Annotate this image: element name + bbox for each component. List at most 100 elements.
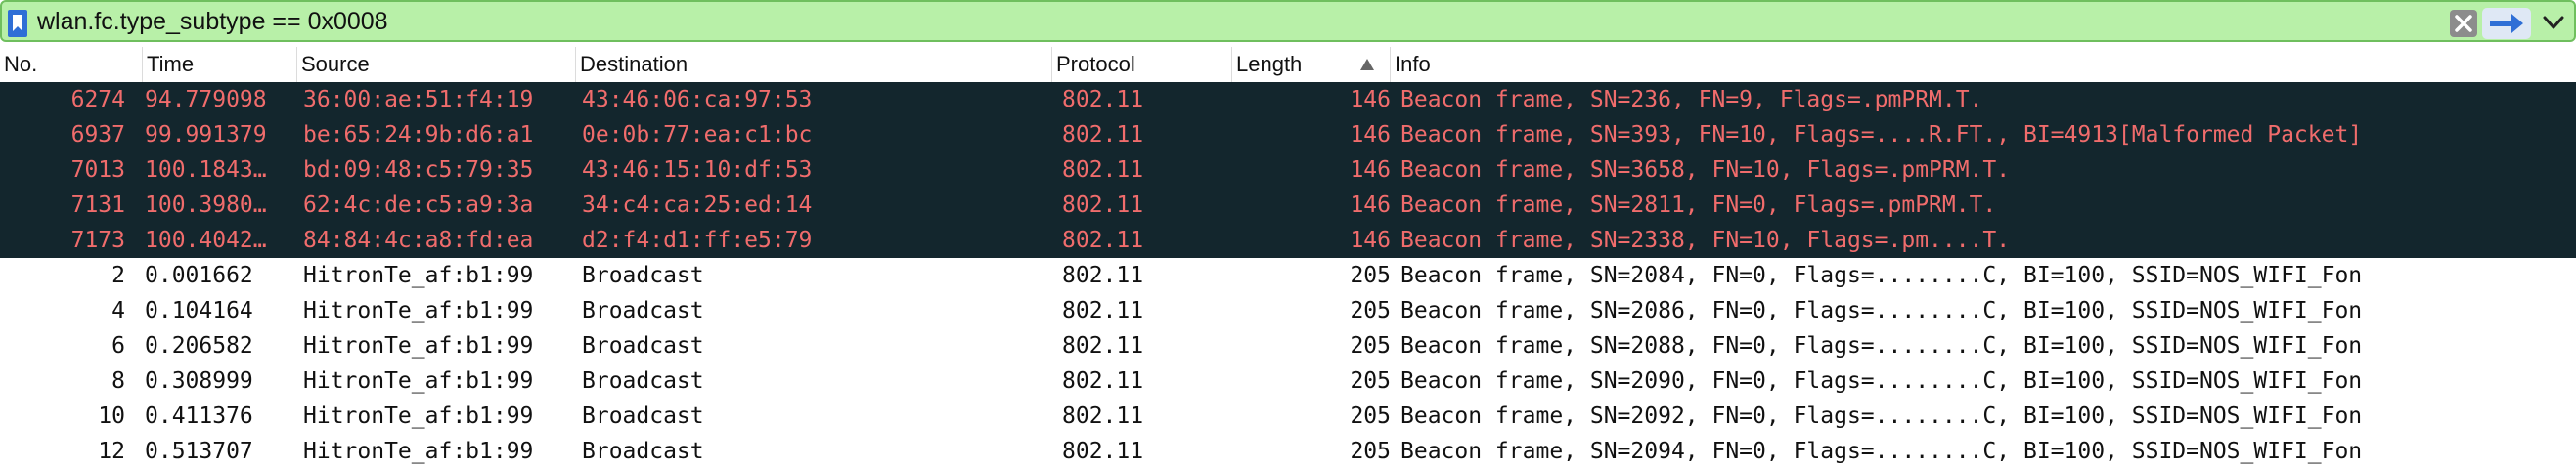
packet-length: 146 <box>1350 87 1391 112</box>
packet-protocol: 802.11 <box>1062 192 1144 218</box>
packet-row[interactable]: 6274 94.779098 36:00:ae:51:f4:19 43:46:06:c… <box>0 82 2576 117</box>
packet-row[interactable]: 8 0.308999 HitronTe_af:b1:99 Broadcast 802.1… <box>0 363 2576 399</box>
packet-length: 205 <box>1350 368 1391 394</box>
packet-list: 6274 94.779098 36:00:ae:51:f4:19 43:46:06:c… <box>0 82 2576 469</box>
packet-source: 62:4c:de:c5:a9:3a <box>303 192 534 218</box>
packet-protocol: 802.11 <box>1062 228 1144 253</box>
packet-source: 36:00:ae:51:f4:19 <box>303 87 534 112</box>
packet-number: 12 <box>98 439 125 464</box>
packet-destination: 34:c4:ca:25:ed:14 <box>582 192 813 218</box>
packet-protocol: 802.11 <box>1062 404 1144 429</box>
packet-info: Beacon frame, SN=2092, FN=0, Flags=.....… <box>1400 404 2363 429</box>
packet-protocol: 802.11 <box>1062 333 1144 359</box>
packet-number: 6937 <box>70 122 125 148</box>
packet-info: Beacon frame, SN=2094, FN=0, Flags=.....… <box>1400 439 2363 464</box>
packet-number: 8 <box>111 368 125 394</box>
packet-row[interactable]: 7013 100.1843… bd:09:48:c5:79:35 43:46:15:1… <box>0 152 2576 188</box>
packet-row[interactable]: 10 0.411376 HitronTe_af:b1:99 Broadcast 802.… <box>0 399 2576 434</box>
packet-destination: Broadcast <box>582 298 704 323</box>
chevron-down-icon[interactable] <box>2541 12 2566 33</box>
packet-number: 4 <box>111 298 125 323</box>
packet-protocol: 802.11 <box>1062 298 1144 323</box>
packet-time: 100.3980… <box>145 192 267 218</box>
packet-time: 0.411376 <box>145 404 253 429</box>
column-header-time[interactable]: Time <box>143 47 297 82</box>
packet-number: 2 <box>111 263 125 288</box>
packet-time: 100.1843… <box>145 157 267 183</box>
packet-time: 99.991379 <box>145 122 267 148</box>
packet-number: 7013 <box>70 157 125 183</box>
packet-number: 10 <box>98 404 125 429</box>
packet-info: Beacon frame, SN=2338, FN=10, Flags=.pm.… <box>1400 228 2011 253</box>
packet-length: 205 <box>1350 298 1391 323</box>
packet-time: 0.104164 <box>145 298 253 323</box>
packet-protocol: 802.11 <box>1062 368 1144 394</box>
column-header-destination[interactable]: Destination <box>576 47 1052 82</box>
packet-row[interactable]: 6937 99.991379 be:65:24:9b:d6:a1 0e:0b:77:e… <box>0 117 2576 152</box>
packet-length: 146 <box>1350 157 1391 183</box>
packet-info: Beacon frame, SN=3658, FN=10, Flags=.pmP… <box>1400 157 2011 183</box>
packet-source: HitronTe_af:b1:99 <box>303 298 534 323</box>
packet-source: be:65:24:9b:d6:a1 <box>303 122 534 148</box>
packet-length: 205 <box>1350 439 1391 464</box>
packet-length: 205 <box>1350 404 1391 429</box>
display-filter-input[interactable] <box>37 4 2443 40</box>
packet-destination: Broadcast <box>582 263 704 288</box>
packet-time: 100.4042… <box>145 228 267 253</box>
packet-source: bd:09:48:c5:79:35 <box>303 157 534 183</box>
packet-length: 146 <box>1350 192 1391 218</box>
packet-protocol: 802.11 <box>1062 439 1144 464</box>
packet-number: 7131 <box>70 192 125 218</box>
packet-length: 205 <box>1350 263 1391 288</box>
packet-row[interactable]: 4 0.104164 HitronTe_af:b1:99 Broadcast 802.1… <box>0 293 2576 328</box>
packet-list-header: No. Time Source Destination Protocol Len… <box>0 47 2576 83</box>
packet-info: Beacon frame, SN=2811, FN=0, Flags=.pmPR… <box>1400 192 1997 218</box>
column-header-protocol[interactable]: Protocol <box>1052 47 1232 82</box>
packet-destination: 0e:0b:77:ea:c1:bc <box>582 122 813 148</box>
column-header-info[interactable]: Info <box>1391 47 2576 82</box>
packet-length: 205 <box>1350 333 1391 359</box>
bookmark-icon[interactable] <box>8 10 27 37</box>
packet-row[interactable]: 12 0.513707 HitronTe_af:b1:99 Broadcast 802.… <box>0 434 2576 469</box>
packet-number: 6 <box>111 333 125 359</box>
arrow-right-icon[interactable] <box>2482 8 2531 39</box>
column-header-source[interactable]: Source <box>297 47 576 82</box>
packet-source: 84:84:4c:a8:fd:ea <box>303 228 534 253</box>
packet-source: HitronTe_af:b1:99 <box>303 263 534 288</box>
packet-destination: Broadcast <box>582 439 704 464</box>
packet-destination: Broadcast <box>582 404 704 429</box>
packet-time: 0.308999 <box>145 368 253 394</box>
packet-time: 0.206582 <box>145 333 253 359</box>
packet-length: 146 <box>1350 122 1391 148</box>
packet-time: 94.779098 <box>145 87 267 112</box>
packet-destination: 43:46:06:ca:97:53 <box>582 87 813 112</box>
packet-length: 146 <box>1350 228 1391 253</box>
packet-protocol: 802.11 <box>1062 122 1144 148</box>
packet-row[interactable]: 7173 100.4042… 84:84:4c:a8:fd:ea d2:f4:d1:f… <box>0 223 2576 258</box>
packet-destination: Broadcast <box>582 368 704 394</box>
packet-destination: Broadcast <box>582 333 704 359</box>
packet-time: 0.001662 <box>145 263 253 288</box>
packet-protocol: 802.11 <box>1062 263 1144 288</box>
display-filter-bar <box>0 0 2576 42</box>
packet-row[interactable]: 7131 100.3980… 62:4c:de:c5:a9:3a 34:c4:ca:2… <box>0 188 2576 223</box>
packet-destination: 43:46:15:10:df:53 <box>582 157 813 183</box>
packet-number: 6274 <box>70 87 125 112</box>
packet-info: Beacon frame, SN=236, FN=9, Flags=.pmPRM… <box>1400 87 1983 112</box>
packet-info: Beacon frame, SN=393, FN=10, Flags=....R… <box>1400 122 2363 148</box>
packet-time: 0.513707 <box>145 439 253 464</box>
packet-info: Beacon frame, SN=2088, FN=0, Flags=.....… <box>1400 333 2363 359</box>
packet-source: HitronTe_af:b1:99 <box>303 333 534 359</box>
packet-source: HitronTe_af:b1:99 <box>303 404 534 429</box>
packet-row[interactable]: 2 0.001662 HitronTe_af:b1:99 Broadcast 802.1… <box>0 258 2576 293</box>
packet-row[interactable]: 6 0.206582 HitronTe_af:b1:99 Broadcast 802.1… <box>0 328 2576 363</box>
sort-ascending-icon <box>1360 59 1374 70</box>
packet-info: Beacon frame, SN=2084, FN=0, Flags=.....… <box>1400 263 2363 288</box>
column-header-no[interactable]: No. <box>0 47 143 82</box>
clear-icon[interactable] <box>2449 9 2478 38</box>
packet-source: HitronTe_af:b1:99 <box>303 439 534 464</box>
packet-source: HitronTe_af:b1:99 <box>303 368 534 394</box>
packet-destination: d2:f4:d1:ff:e5:79 <box>582 228 813 253</box>
packet-protocol: 802.11 <box>1062 87 1144 112</box>
packet-info: Beacon frame, SN=2090, FN=0, Flags=.....… <box>1400 368 2363 394</box>
